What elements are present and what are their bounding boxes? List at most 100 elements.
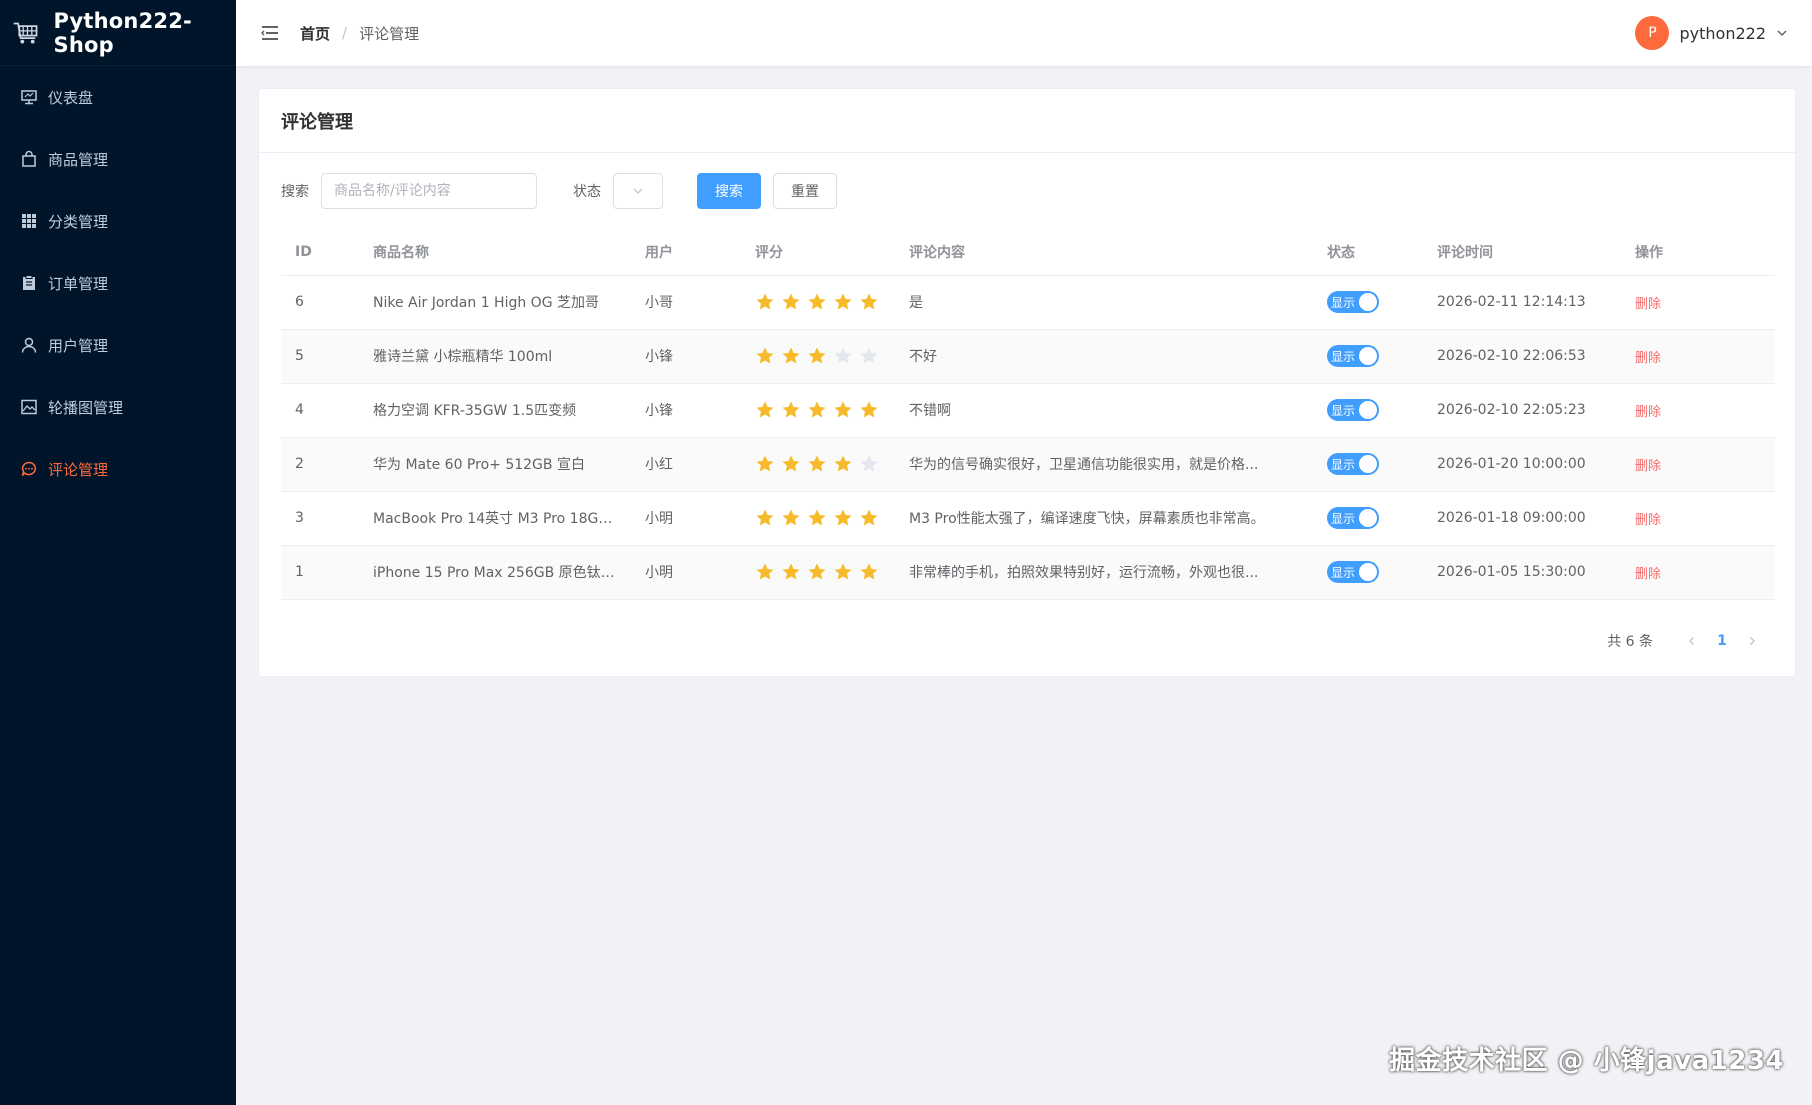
star-icon[interactable] [859, 562, 879, 582]
star-icon[interactable] [807, 400, 827, 420]
user-menu[interactable]: P python222 [1635, 16, 1788, 50]
status-switch[interactable]: 显示 [1327, 291, 1379, 313]
breadcrumb-home[interactable]: 首页 [300, 23, 330, 44]
cell-user: 小哥 [631, 275, 741, 330]
star-icon[interactable] [833, 292, 853, 312]
star-icon[interactable] [833, 562, 853, 582]
delete-button[interactable]: 删除 [1635, 351, 1661, 366]
star-icon[interactable] [781, 292, 801, 312]
delete-button[interactable]: 删除 [1635, 297, 1661, 312]
rating-stars[interactable]: ... [755, 346, 881, 366]
delete-button[interactable]: 删除 [1635, 459, 1661, 474]
picture-icon [20, 398, 38, 416]
rating-stars[interactable]: ... [755, 292, 881, 312]
chevron-down-icon[interactable] [1776, 27, 1788, 39]
switch-knob [1359, 347, 1377, 365]
cell-id: 2 [281, 437, 359, 492]
table-row: 3 MacBook Pro 14英寸 M3 Pro 18GB+512... 小明… [281, 491, 1775, 546]
rating-stars[interactable]: ... [755, 508, 881, 528]
status-switch[interactable]: 显示 [1327, 345, 1379, 367]
breadcrumb: 首页 / 评论管理 [300, 23, 419, 44]
search-button[interactable]: 搜索 [697, 173, 761, 209]
menu-toggle-icon[interactable] [260, 23, 280, 43]
star-icon[interactable] [833, 508, 853, 528]
table-row: 1 iPhone 15 Pro Max 256GB 原色钛金属 小明 ... 非… [281, 545, 1775, 600]
star-icon[interactable] [755, 562, 775, 582]
delete-button[interactable]: 删除 [1635, 513, 1661, 528]
sidebar-item-banners[interactable]: 轮播图管理 [0, 376, 236, 438]
star-icon[interactable] [755, 400, 775, 420]
status-select[interactable] [613, 173, 663, 209]
prev-page-icon[interactable] [1677, 627, 1707, 655]
comment-icon [20, 460, 38, 478]
avatar[interactable]: P [1635, 16, 1670, 50]
star-icon[interactable] [755, 346, 775, 366]
delete-button[interactable]: 删除 [1635, 567, 1661, 582]
star-icon[interactable] [781, 400, 801, 420]
status-switch[interactable]: 显示 [1327, 507, 1379, 529]
cell-user: 小锋 [631, 329, 741, 384]
cell-rating: ... [741, 383, 895, 438]
star-icon[interactable] [859, 346, 879, 366]
cell-id: 6 [281, 275, 359, 330]
sidebar-item-orders[interactable]: 订单管理 [0, 252, 236, 314]
cell-content: 非常棒的手机，拍照效果特别好，运行流畅，外观也很... [895, 545, 1313, 600]
username[interactable]: python222 [1679, 24, 1766, 43]
cell-time: 2026-02-11 12:14:13 [1423, 275, 1621, 330]
next-page-icon[interactable] [1737, 627, 1767, 655]
star-icon[interactable] [859, 400, 879, 420]
star-icon[interactable] [807, 562, 827, 582]
pagination: 共 6 条 1 [281, 626, 1773, 656]
star-icon[interactable] [833, 346, 853, 366]
card-title: 评论管理 [259, 89, 1795, 153]
star-icon[interactable] [859, 292, 879, 312]
cell-status: 显示 [1313, 383, 1423, 438]
page-number[interactable]: 1 [1707, 627, 1737, 655]
delete-button[interactable]: 删除 [1635, 405, 1661, 420]
star-icon[interactable] [833, 454, 853, 474]
bag-icon [20, 150, 38, 168]
star-icon[interactable] [859, 508, 879, 528]
cell-status: 显示 [1313, 275, 1423, 330]
logo[interactable]: Python222-Shop [0, 0, 236, 66]
search-input[interactable] [321, 173, 537, 209]
star-icon[interactable] [755, 454, 775, 474]
sidebar-item-users[interactable]: 用户管理 [0, 314, 236, 376]
rating-stars[interactable]: ... [755, 454, 881, 474]
status-switch[interactable]: 显示 [1327, 561, 1379, 583]
sidebar-item-comments[interactable]: 评论管理 [0, 438, 236, 500]
star-icon[interactable] [755, 292, 775, 312]
cell-content: 华为的信号确实很好，卫星通信功能很实用，就是价格... [895, 437, 1313, 492]
cell-user: 小锋 [631, 383, 741, 438]
column-header-status: 状态 [1313, 229, 1423, 276]
star-icon[interactable] [807, 508, 827, 528]
star-icon[interactable] [755, 508, 775, 528]
top-header: 首页 / 评论管理 P python222 [236, 0, 1812, 66]
star-icon[interactable] [807, 346, 827, 366]
rating-stars[interactable]: ... [755, 400, 881, 420]
cell-id: 1 [281, 545, 359, 600]
cell-rating: ... [741, 275, 895, 330]
sidebar-item-label: 商品管理 [48, 150, 109, 169]
star-icon[interactable] [859, 454, 879, 474]
sidebar-item-products[interactable]: 商品管理 [0, 128, 236, 190]
sidebar-item-dashboard[interactable]: 仪表盘 [0, 66, 236, 128]
star-icon[interactable] [781, 346, 801, 366]
switch-knob [1359, 401, 1377, 419]
dashboard-icon [20, 88, 38, 106]
reset-button[interactable]: 重置 [773, 173, 837, 209]
star-icon[interactable] [781, 508, 801, 528]
rating-stars[interactable]: ... [755, 562, 881, 582]
status-switch[interactable]: 显示 [1327, 453, 1379, 475]
cell-action: 删除 [1621, 275, 1775, 330]
status-switch[interactable]: 显示 [1327, 399, 1379, 421]
star-icon[interactable] [807, 292, 827, 312]
sidebar-item-categories[interactable]: 分类管理 [0, 190, 236, 252]
cell-content: 不错啊 [895, 383, 1313, 438]
table-body: 6 Nike Air Jordan 1 High OG 芝加哥 小哥 ... 是… [281, 275, 1775, 600]
star-icon[interactable] [781, 454, 801, 474]
star-icon[interactable] [781, 562, 801, 582]
star-icon[interactable] [807, 454, 827, 474]
column-header-id: ID [281, 229, 359, 276]
star-icon[interactable] [833, 400, 853, 420]
